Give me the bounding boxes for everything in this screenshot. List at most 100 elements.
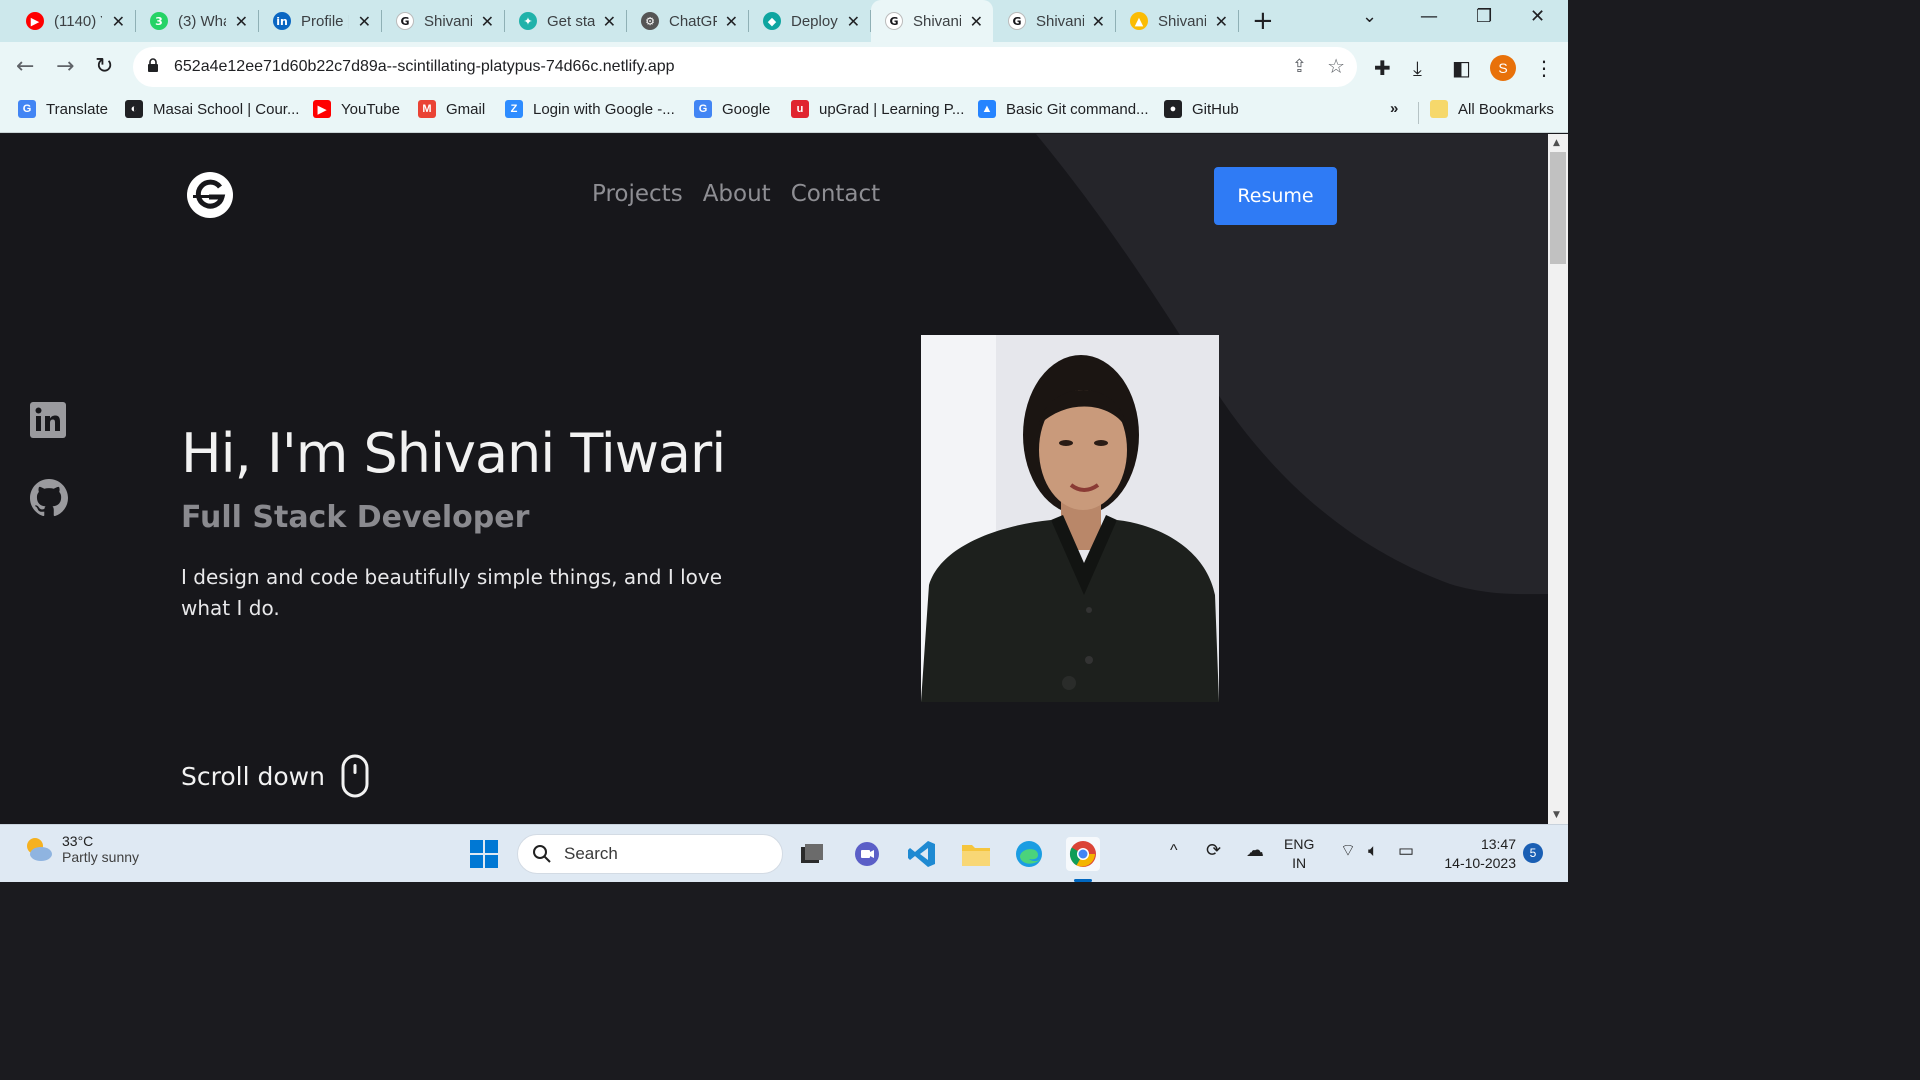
nav-contact[interactable]: Contact bbox=[791, 181, 880, 207]
battery-icon[interactable]: ▭ bbox=[1398, 841, 1414, 860]
language-indicator[interactable]: ENG IN bbox=[1284, 835, 1314, 873]
site-favicon: G bbox=[885, 12, 903, 30]
browser-tab[interactable]: in Profile | LinkedIn ✕ bbox=[259, 0, 382, 42]
active-app-indicator bbox=[1074, 879, 1092, 882]
temperature: 33°C bbox=[62, 833, 94, 849]
start-button[interactable] bbox=[467, 837, 501, 871]
browser-tab[interactable]: ⚙ ChatGPT ✕ bbox=[627, 0, 749, 42]
tab-title: Profile | LinkedIn bbox=[301, 12, 349, 30]
more-bookmarks-button[interactable]: » bbox=[1390, 100, 1398, 117]
linkedin-icon[interactable] bbox=[30, 402, 66, 438]
google-icon: G bbox=[694, 100, 712, 118]
close-window-button[interactable]: ✕ bbox=[1530, 6, 1545, 27]
volume-icon[interactable]: 🔈︎ bbox=[1368, 841, 1378, 860]
tab-close-icon[interactable]: ✕ bbox=[1092, 12, 1105, 31]
browser-tab[interactable]: 3 (3) WhatsApp ✕ bbox=[136, 0, 259, 42]
forward-button[interactable]: → bbox=[56, 54, 74, 79]
tab-close-icon[interactable]: ✕ bbox=[603, 12, 616, 31]
browser-tab[interactable]: ▲ Shivani Tiwari ✕ bbox=[1116, 0, 1239, 42]
scroll-up-arrow-icon[interactable]: ▲ bbox=[1553, 138, 1560, 148]
profile-photo bbox=[921, 335, 1219, 702]
bookmark-item[interactable]: ● GitHub bbox=[1164, 100, 1239, 118]
vscode-icon[interactable] bbox=[905, 837, 939, 871]
bookmark-label: Gmail bbox=[446, 100, 486, 118]
browser-tab[interactable]: G Shivani Tiwari ✕ bbox=[871, 0, 993, 42]
taskbar-search[interactable]: Search bbox=[517, 834, 783, 874]
all-bookmarks-button[interactable]: All Bookmarks bbox=[1430, 100, 1554, 118]
tab-close-icon[interactable]: ✕ bbox=[112, 12, 125, 31]
share-icon[interactable]: ⇪ bbox=[1292, 56, 1307, 77]
browser-tab[interactable]: ✦ Get started ✕ bbox=[505, 0, 627, 42]
clock[interactable]: 13:47 14-10-2023 bbox=[1436, 835, 1516, 873]
tab-close-icon[interactable]: ✕ bbox=[481, 12, 494, 31]
browser-tab[interactable]: ◆ Deploy ✕ bbox=[749, 0, 871, 42]
downloads-icon[interactable]: ⤓ bbox=[1413, 56, 1422, 80]
search-placeholder: Search bbox=[564, 844, 618, 863]
page-scrollbar[interactable]: ▲ ▼ bbox=[1548, 134, 1568, 824]
browser-tab[interactable]: G Shivani Tiwari ✕ bbox=[382, 0, 505, 42]
partly-sunny-icon bbox=[27, 838, 52, 861]
scrollbar-thumb[interactable] bbox=[1550, 152, 1566, 264]
tab-close-icon[interactable]: ✕ bbox=[235, 12, 248, 31]
nav-projects[interactable]: Projects bbox=[592, 181, 683, 207]
edge-icon[interactable] bbox=[1012, 837, 1046, 871]
profile-avatar[interactable]: S bbox=[1490, 55, 1516, 81]
tab-close-icon[interactable]: ✕ bbox=[847, 12, 860, 31]
restore-button[interactable]: ❐ bbox=[1476, 6, 1492, 27]
onedrive-icon[interactable]: ☁ bbox=[1246, 841, 1264, 860]
menu-icon[interactable]: ⋮ bbox=[1534, 56, 1554, 80]
reload-button[interactable]: ↻ bbox=[95, 54, 113, 79]
github-icon: ● bbox=[1164, 100, 1182, 118]
tab-close-icon[interactable]: ✕ bbox=[358, 12, 371, 31]
chrome-icon[interactable] bbox=[1066, 837, 1100, 871]
browser-tab[interactable]: G Shivani Tiwari ✕ bbox=[994, 0, 1116, 42]
task-view-icon[interactable] bbox=[795, 837, 829, 871]
hero-description: I design and code beautifully simple thi… bbox=[181, 565, 723, 620]
wifi-icon[interactable]: ⌔ bbox=[1340, 841, 1356, 860]
language-label: ENG bbox=[1284, 836, 1315, 852]
hero-title: Hi, I'm Shivani Tiwari bbox=[181, 422, 726, 485]
address-bar[interactable]: 652a4e12ee71d60b22c7d89a--scintillating-… bbox=[133, 47, 1357, 87]
bookmark-item[interactable]: Z Login with Google -... bbox=[505, 100, 675, 118]
bookmark-star-icon[interactable]: ☆ bbox=[1327, 54, 1345, 78]
bookmark-item[interactable]: ▶ YouTube bbox=[313, 100, 400, 118]
minimize-button[interactable]: — bbox=[1420, 6, 1438, 27]
scroll-down-indicator[interactable]: Scroll down bbox=[181, 754, 369, 798]
scroll-down-arrow-icon[interactable]: ▼ bbox=[1553, 810, 1560, 820]
notification-badge[interactable]: 5 bbox=[1523, 843, 1543, 863]
scroll-down-label: Scroll down bbox=[181, 761, 325, 791]
weather-widget[interactable]: 33°C Partly sunny bbox=[22, 833, 139, 865]
new-tab-button[interactable]: + bbox=[1252, 6, 1274, 36]
bookmark-label: Login with Google -... bbox=[533, 100, 675, 118]
resume-button[interactable]: Resume bbox=[1214, 167, 1337, 225]
browser-tab[interactable]: ▶ (1140) YouTube ✕ bbox=[12, 0, 136, 42]
lock-icon bbox=[148, 58, 158, 72]
show-hidden-icons-button[interactable]: ^ bbox=[1170, 841, 1178, 860]
file-explorer-icon[interactable] bbox=[959, 837, 993, 871]
windows-icon bbox=[470, 840, 498, 868]
hero-subtitle: Full Stack Developer bbox=[181, 500, 530, 535]
tab-close-icon[interactable]: ✕ bbox=[725, 12, 738, 31]
site-favicon: G bbox=[396, 12, 414, 30]
tab-close-icon[interactable]: ✕ bbox=[970, 12, 983, 31]
bookmark-item[interactable]: M Gmail bbox=[418, 100, 485, 118]
sync-icon[interactable]: ⟳ bbox=[1206, 841, 1221, 860]
chatgpt-icon: ⚙ bbox=[641, 12, 659, 30]
nav-about[interactable]: About bbox=[703, 181, 771, 207]
url-text[interactable]: 652a4e12ee71d60b22c7d89a--scintillating-… bbox=[174, 58, 675, 76]
main-nav: Projects About Contact bbox=[592, 181, 880, 207]
tab-close-icon[interactable]: ✕ bbox=[1215, 12, 1228, 31]
bookmark-item[interactable]: ◐ Masai School | Cour... bbox=[125, 100, 299, 118]
side-panel-icon[interactable]: ◧ bbox=[1452, 56, 1471, 80]
bookmark-item[interactable]: ▲ Basic Git command... bbox=[978, 100, 1149, 118]
tab-search-icon[interactable]: ⌄ bbox=[1362, 6, 1377, 27]
bookmark-label: Translate bbox=[46, 100, 108, 118]
bookmark-item[interactable]: u upGrad | Learning P... bbox=[791, 100, 964, 118]
extensions-icon[interactable]: ✚ bbox=[1374, 56, 1391, 80]
bookmark-item[interactable]: G Translate bbox=[18, 100, 108, 118]
teams-chat-icon[interactable] bbox=[850, 837, 884, 871]
back-button[interactable]: ← bbox=[16, 54, 34, 79]
site-logo-icon[interactable] bbox=[187, 172, 233, 218]
bookmark-item[interactable]: G Google bbox=[694, 100, 770, 118]
github-icon[interactable] bbox=[30, 479, 68, 517]
